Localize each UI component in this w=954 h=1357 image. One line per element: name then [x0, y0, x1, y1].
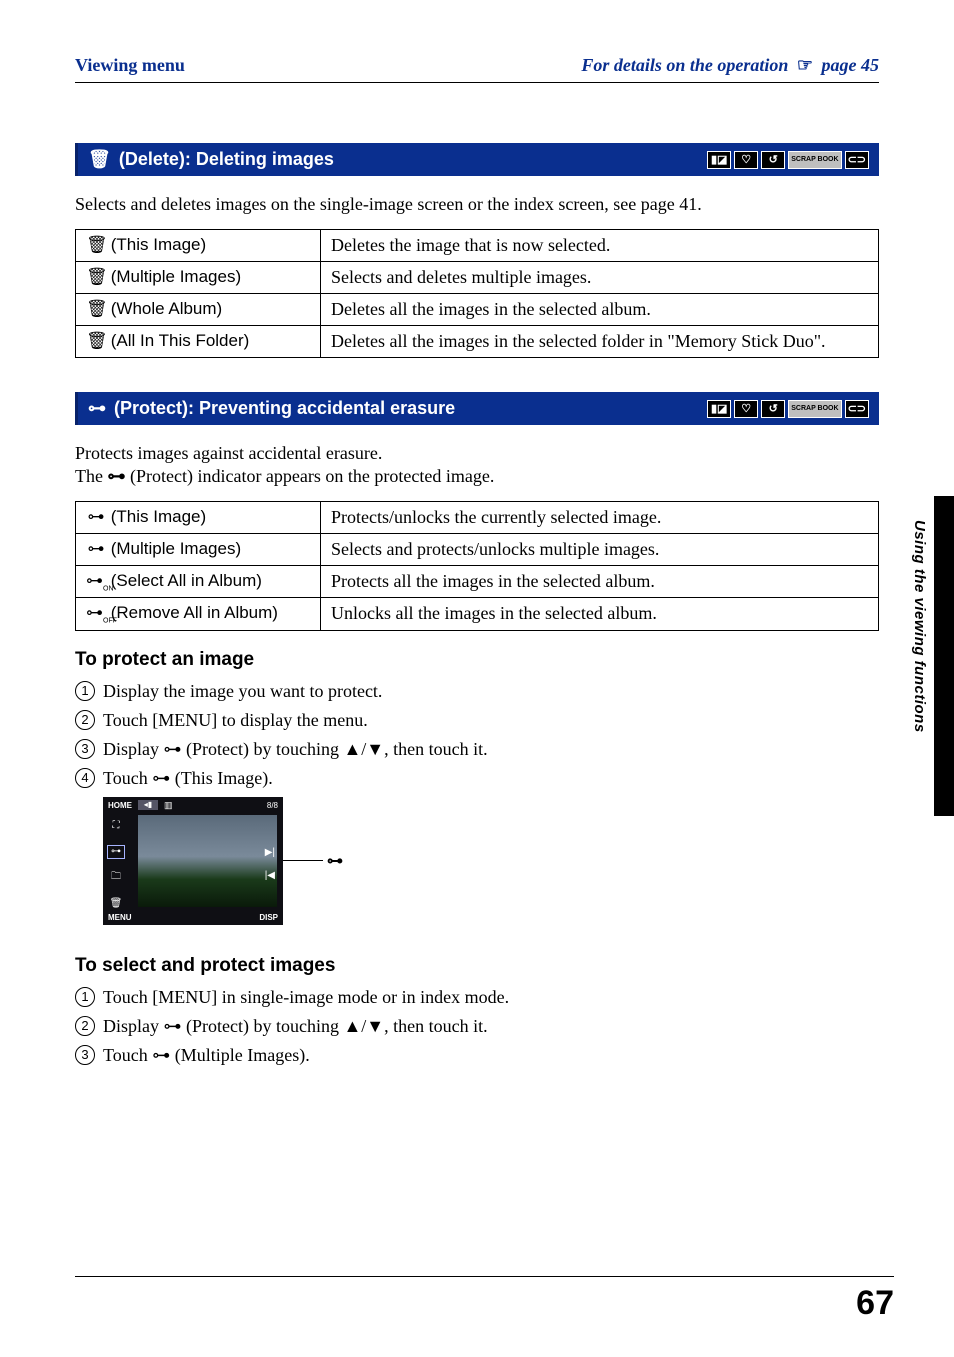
scrapbook-icon: SCRAP BOOK — [788, 151, 841, 169]
step: Touch ⊶ (This Image). — [75, 768, 879, 789]
callout-line — [283, 860, 323, 861]
camera-screenshot: HOME ◂▮ ▥ 8/8 ⛶ ⊶ 🗀 🗑 ▶| |◀ MENU DISP ⊶ — [103, 797, 879, 925]
album-icon: ▮◪ — [707, 400, 731, 418]
screen-count: 8/8 — [267, 801, 278, 810]
mode-icons: ▮◪ ♡ ↺ SCRAP BOOK ⊂⊃ — [707, 400, 869, 418]
opt-desc: Selects and deletes multiple images. — [321, 262, 879, 294]
memory-stick-icon: ⊂⊃ — [845, 400, 869, 418]
table-row: 🗑 (All In This Folder) Deletes all the i… — [76, 326, 879, 358]
opt-desc: Deletes all the images in the selected f… — [321, 326, 879, 358]
key-icon: ⊶ — [107, 466, 125, 486]
side-section-label: Using the viewing functions — [911, 520, 928, 733]
step: Touch [MENU] in single-image mode or in … — [75, 987, 879, 1008]
opt-label: (Whole Album) — [111, 299, 222, 318]
heart-icon: ♡ — [734, 400, 758, 418]
protect-indicator-icon: ⊶ — [327, 851, 343, 871]
select-protect-heading: To select and protect images — [75, 955, 879, 977]
section-delete-title: (Delete): Deleting images — [119, 149, 334, 170]
trash-icon: 🗑 — [88, 149, 111, 170]
opt-label: (Multiple Images) — [111, 267, 241, 286]
side-tab — [934, 496, 954, 816]
header-left: Viewing menu — [75, 55, 185, 76]
album-icon: ▮◪ — [707, 151, 731, 169]
protect-icon: ⊶ — [86, 539, 106, 559]
table-row: ⊶ON (Select All in Album) Protects all t… — [76, 566, 879, 598]
section-delete-bar: 🗑 (Delete): Deleting images ▮◪ ♡ ↺ SCRAP… — [75, 143, 879, 176]
select-protect-steps: Touch [MENU] in single-image mode or in … — [75, 987, 879, 1066]
footer-rule — [75, 1276, 894, 1277]
screen-photo — [138, 815, 277, 907]
page-header: Viewing menu For details on the operatio… — [75, 55, 879, 83]
page-number: 67 — [856, 1284, 894, 1323]
protect-icon: ⊶ — [88, 398, 106, 419]
opt-desc: Unlocks all the images in the selected a… — [321, 598, 879, 630]
txt: (Protect) indicator appears on the prote… — [130, 466, 494, 486]
opt-label: (Remove All in Album) — [111, 603, 278, 622]
trash-icon: 🗑 — [86, 235, 106, 255]
opt-desc: Deletes all the images in the selected a… — [321, 294, 879, 326]
trash-icon: 🗑 — [86, 267, 106, 287]
screen-trash-icon: 🗑 — [107, 897, 125, 911]
header-right-text: For details on the operation — [581, 55, 788, 75]
header-right: For details on the operation ☞ page 45 — [581, 55, 879, 76]
delete-intro: Selects and deletes images on the single… — [75, 194, 879, 215]
protect-off-icon: ⊶OFF — [86, 603, 106, 624]
screen-prev-icon: |◀ — [265, 870, 275, 881]
screen-next-icon: ▶| — [265, 847, 275, 858]
opt-label: (All In This Folder) — [111, 331, 250, 350]
screen-home: HOME — [108, 801, 132, 810]
screen-menu: MENU — [108, 913, 132, 922]
table-row: ⊶OFF (Remove All in Album) Unlocks all t… — [76, 598, 879, 630]
screen-expand-icon: ⛶ — [107, 819, 125, 833]
trash-icon: 🗑 — [86, 331, 106, 351]
share-icon: ↺ — [761, 400, 785, 418]
scrapbook-icon: SCRAP BOOK — [788, 400, 841, 418]
protect-on-icon: ⊶ON — [86, 571, 106, 592]
header-page-ref: page 45 — [822, 55, 880, 75]
opt-label: (This Image) — [111, 235, 206, 254]
protect-heading: To protect an image — [75, 649, 879, 671]
protect-options-table: ⊶ (This Image) Protects/unlocks the curr… — [75, 501, 879, 631]
protect-steps: Display the image you want to protect. T… — [75, 681, 879, 789]
opt-label: (This Image) — [111, 507, 206, 526]
memory-stick-icon: ⊂⊃ — [845, 151, 869, 169]
table-row: 🗑 (Multiple Images) Selects and deletes … — [76, 262, 879, 294]
step: Display ⊶ (Protect) by touching ▲/▼, the… — [75, 739, 879, 760]
step: Display ⊶ (Protect) by touching ▲/▼, the… — [75, 1016, 879, 1037]
opt-desc: Protects/unlocks the currently selected … — [321, 502, 879, 534]
screen-disp: DISP — [259, 913, 278, 922]
screen-back-icon: ◂▮ — [138, 800, 158, 810]
section-protect-title: (Protect): Preventing accidental erasure — [114, 398, 455, 419]
opt-desc: Protects all the images in the selected … — [321, 566, 879, 598]
opt-label: (Multiple Images) — [111, 539, 241, 558]
delete-options-table: 🗑 (This Image) Deletes the image that is… — [75, 229, 879, 358]
step: Display the image you want to protect. — [75, 681, 879, 702]
pointing-hand-icon: ☞ — [797, 55, 813, 76]
protect-intro1: Protects images against accidental erasu… — [75, 443, 879, 464]
section-protect-bar: ⊶ (Protect): Preventing accidental erasu… — [75, 392, 879, 425]
screen-battery-icon: ▥ — [164, 800, 173, 811]
mode-icons: ▮◪ ♡ ↺ SCRAP BOOK ⊂⊃ — [707, 151, 869, 169]
trash-icon: 🗑 — [86, 299, 106, 319]
table-row: ⊶ (This Image) Protects/unlocks the curr… — [76, 502, 879, 534]
txt: The — [75, 466, 107, 486]
share-icon: ↺ — [761, 151, 785, 169]
camera-screen: HOME ◂▮ ▥ 8/8 ⛶ ⊶ 🗀 🗑 ▶| |◀ MENU DISP — [103, 797, 283, 925]
table-row: ⊶ (Multiple Images) Selects and protects… — [76, 534, 879, 566]
step: Touch ⊶ (Multiple Images). — [75, 1045, 879, 1066]
screen-protect-icon: ⊶ — [107, 845, 125, 859]
opt-desc: Selects and protects/unlocks multiple im… — [321, 534, 879, 566]
opt-label: (Select All in Album) — [111, 571, 262, 590]
protect-intro2: The ⊶ (Protect) indicator appears on the… — [75, 466, 879, 487]
opt-desc: Deletes the image that is now selected. — [321, 230, 879, 262]
heart-icon: ♡ — [734, 151, 758, 169]
protect-icon: ⊶ — [86, 507, 106, 527]
table-row: 🗑 (This Image) Deletes the image that is… — [76, 230, 879, 262]
screen-album-icon: 🗀 — [107, 871, 125, 885]
step: Touch [MENU] to display the menu. — [75, 710, 879, 731]
table-row: 🗑 (Whole Album) Deletes all the images i… — [76, 294, 879, 326]
